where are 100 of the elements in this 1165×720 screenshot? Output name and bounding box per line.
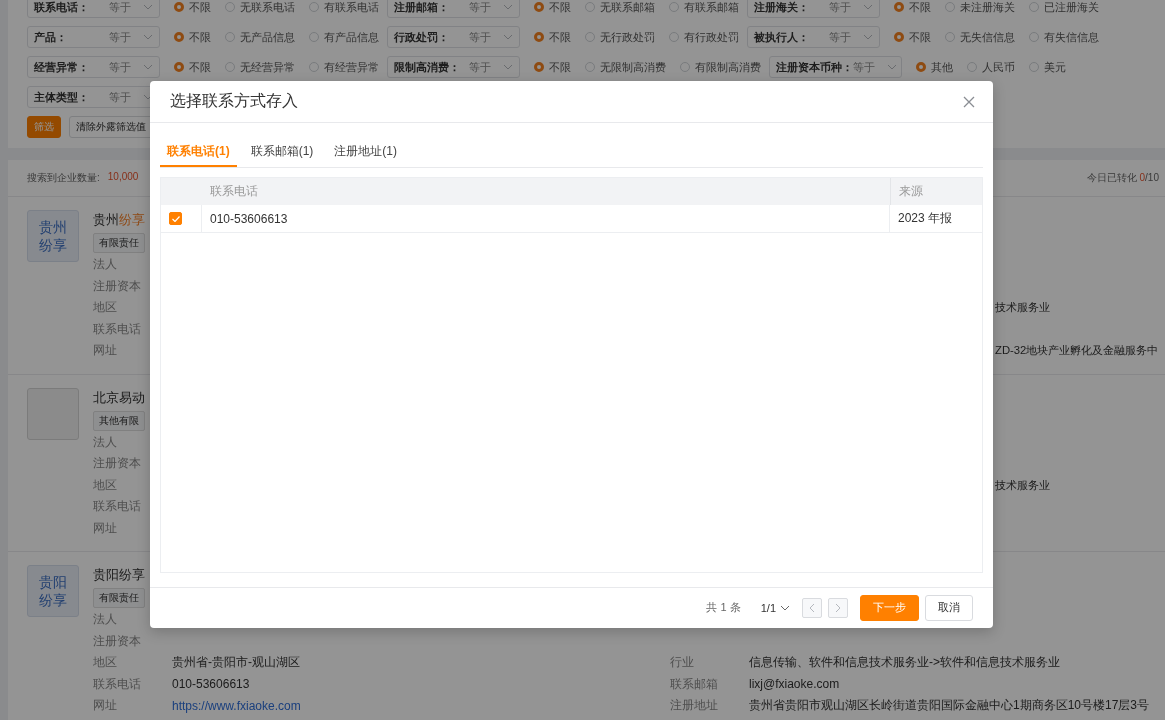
filter-select[interactable]: 注册海关： 等于 (747, 0, 880, 18)
company-name[interactable]: 贵州纷享 (93, 210, 145, 230)
radio-option[interactable]: 无失信信息 (945, 29, 1015, 45)
radio-option[interactable]: 有联系电话 (309, 0, 379, 15)
radio-option[interactable]: 无限制高消费 (585, 59, 666, 75)
radio-option[interactable]: 其他 (916, 59, 953, 75)
checkmark-icon (171, 215, 180, 222)
filter-select[interactable]: 产品： 等于 (27, 26, 160, 48)
clear-button[interactable]: 清除外露筛选值 (69, 116, 153, 138)
filter-label: 经营异常： (34, 59, 90, 75)
radio-option[interactable]: 有联系邮箱 (669, 0, 739, 15)
field-label: 地区 (93, 476, 118, 494)
radio-option[interactable]: 不限 (534, 29, 571, 45)
previous-page-button[interactable] (802, 597, 822, 618)
field-value: ZD-32地块产业孵化及金融服务中 (995, 344, 1159, 357)
radio-option[interactable]: 已注册海关 (1029, 0, 1099, 15)
filter-select[interactable]: 行政处罚： 等于 (387, 26, 520, 48)
radio-option[interactable]: 无行政处罚 (585, 29, 655, 45)
field-label: 地区 (93, 299, 118, 317)
company-name[interactable]: 北京易动 (93, 387, 145, 408)
chevron-down-icon (143, 4, 153, 10)
radio-option[interactable]: 无产品信息 (225, 29, 295, 45)
operator-value: 等于 (469, 29, 491, 45)
field-label: 注册资本 (93, 455, 142, 473)
operator-value: 等于 (853, 59, 875, 75)
filter-select[interactable]: 限制高消费： 等于 (387, 56, 520, 78)
result-count: 10,000 (107, 171, 139, 184)
result-count-label: 搜索到企业数量: (27, 171, 100, 185)
company-name[interactable]: 贵阳纷享 (93, 565, 145, 585)
field-label: 注册资本 (93, 277, 142, 295)
company-logo: 贵州纷享 (27, 210, 79, 262)
field-label: 注册资本 (93, 632, 142, 650)
radio-option[interactable]: 无联系电话 (225, 0, 295, 15)
operator-value: 等于 (109, 0, 131, 15)
website-link[interactable]: https://www.fxiaoke.com (172, 698, 301, 713)
chevron-down-icon (143, 34, 153, 40)
field-value: 010-53606613 (172, 677, 250, 692)
radio-option[interactable]: 人民币 (967, 59, 1015, 75)
next-page-button[interactable] (828, 597, 848, 618)
field-label: 联系电话 (93, 498, 142, 516)
radio-option[interactable]: 不限 (894, 29, 931, 45)
filter-label: 产品： (34, 29, 68, 45)
chevron-down-icon (887, 64, 897, 70)
radio-option[interactable]: 有限制高消费 (680, 59, 761, 75)
radio-option[interactable]: 无联系邮箱 (585, 0, 655, 15)
logo-image-placeholder (27, 387, 79, 440)
table-cell-text: 2023 年报 (897, 210, 954, 227)
chevron-down-icon (780, 604, 790, 611)
field-value: 技术服务业 (995, 301, 1050, 314)
filter-select[interactable]: 被执行人： 等于 (747, 26, 880, 48)
converted-count: 今日已转化 0/10 (1086, 171, 1159, 185)
radio-option[interactable]: 有经营异常 (309, 59, 379, 75)
filter-label: 行政处罚： (394, 29, 450, 45)
page-select[interactable]: 1/1 (754, 600, 796, 615)
radio-option[interactable]: 有失信信息 (1029, 29, 1099, 45)
radio-option[interactable]: 未注册海关 (945, 0, 1015, 15)
field-label: 法人 (93, 433, 118, 451)
filter-label: 被执行人： (754, 29, 810, 45)
table-cell: 010-53606613 (202, 205, 890, 232)
company-logo: 贵阳纷享 (27, 565, 79, 617)
field-label: 行业 (670, 655, 694, 670)
operator-value: 等于 (469, 0, 491, 15)
chevron-down-icon (503, 4, 513, 10)
radio-option[interactable]: 不限 (534, 59, 571, 75)
company-type-tag: 有限责任 (93, 588, 145, 608)
filter-label: 联系电话： (34, 0, 90, 15)
operator-value: 等于 (469, 59, 491, 75)
radio-option[interactable]: 无经营异常 (225, 59, 295, 75)
checkbox[interactable] (169, 212, 182, 225)
field-label: 网址 (93, 342, 118, 360)
chevron-down-icon (863, 34, 873, 40)
field-label: 网址 (93, 697, 118, 715)
filter-select[interactable]: 注册邮箱： 等于 (387, 0, 520, 18)
field-label: 注册地址 (670, 698, 718, 713)
filter-select[interactable]: 经营异常： 等于 (27, 56, 160, 78)
field-label: 法人 (93, 611, 118, 629)
filter-select[interactable]: 联系电话： 等于 (27, 0, 160, 18)
next-step-button[interactable]: 下一步 (860, 594, 919, 621)
filter-select[interactable]: 注册资本币种：等于 (769, 56, 902, 78)
company-type-tag: 有限责任 (93, 233, 145, 253)
chevron-right-icon (835, 602, 841, 613)
field-label: 法人 (93, 256, 118, 274)
radio-option[interactable]: 不限 (894, 0, 931, 15)
radio-option[interactable]: 有产品信息 (309, 29, 379, 45)
radio-option[interactable]: 有行政处罚 (669, 29, 739, 45)
radio-option[interactable]: 不限 (174, 0, 211, 15)
tab[interactable]: 联系邮箱(1) (243, 137, 321, 167)
radio-option[interactable]: 不限 (174, 59, 211, 75)
field-value: 贵州省贵阳市观山湖区长岭街道贵阳国际金融中心1期商务区10号楼17层3号 (749, 698, 1150, 713)
tab[interactable]: 联系电话(1) (160, 137, 237, 167)
radio-option[interactable]: 不限 (534, 0, 571, 15)
radio-option[interactable]: 不限 (174, 29, 211, 45)
tab[interactable]: 注册地址(1) (327, 137, 404, 167)
filter-button[interactable]: 筛选 (27, 116, 61, 138)
radio-option[interactable]: 美元 (1029, 59, 1066, 75)
filter-label: 注册邮箱： (394, 0, 450, 15)
chevron-down-icon (143, 64, 153, 70)
chevron-down-icon (503, 64, 513, 70)
cancel-button[interactable]: 取消 (925, 594, 973, 621)
field-value: lixj@fxiaoke.com (749, 677, 840, 692)
